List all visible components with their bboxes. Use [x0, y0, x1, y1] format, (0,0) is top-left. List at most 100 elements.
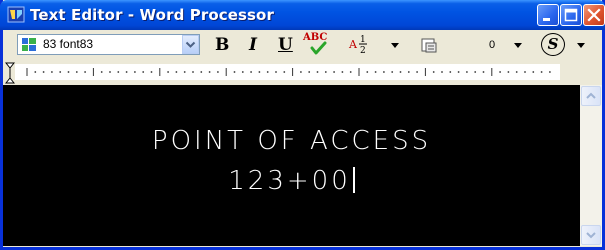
fraction-icon: A 1 2: [348, 35, 367, 56]
ruler-minor-tick: [208, 71, 211, 73]
ruler-minor-tick: [59, 71, 62, 73]
fraction-button[interactable]: A 1 2: [348, 32, 378, 56]
indent-marker-icon[interactable]: [5, 62, 15, 84]
ruler-minor-tick: [75, 71, 78, 73]
ruler-minor-tick: [432, 71, 435, 73]
ruler-minor-tick: [482, 71, 485, 73]
ruler-minor-tick: [300, 71, 302, 73]
ruler-minor-tick: [175, 71, 178, 73]
ruler-minor-tick: [341, 71, 344, 73]
symbol-button[interactable]: S: [541, 33, 565, 56]
ruler-minor-tick: [407, 71, 410, 73]
ruler-minor-tick: [499, 71, 501, 73]
symbol-icon: S: [547, 35, 559, 53]
maximize-button[interactable]: [560, 4, 582, 26]
fraction-denominator: 2: [360, 46, 366, 56]
text-editor-window: Text Editor - Word Processor 83 font83 B…: [0, 0, 605, 250]
ruler-minor-tick: [258, 71, 261, 73]
text-editing-area[interactable]: POINT OF ACCESS 123+00: [3, 85, 580, 246]
editor-line-1: POINT OF ACCESS: [151, 126, 432, 156]
minimize-button[interactable]: [537, 4, 559, 26]
ruler-minor-tick: [266, 71, 269, 73]
ruler-minor-tick: [399, 71, 402, 73]
ruler-minor-tick: [333, 71, 335, 73]
ruler-minor-tick: [42, 71, 45, 73]
ruler-minor-tick: [515, 71, 518, 73]
font-select[interactable]: 83 font83: [17, 34, 200, 55]
ruler-minor-tick: [524, 71, 526, 73]
font-select-value: 83 font83: [43, 37, 94, 51]
font-select-dropdown-button[interactable]: [182, 35, 199, 54]
spellcheck-icon: [310, 41, 327, 55]
ruler-minor-tick: [275, 71, 277, 73]
ruler-minor-tick: [324, 71, 327, 73]
ruler-minor-tick: [192, 71, 194, 73]
ruler-minor-tick: [549, 71, 551, 73]
ruler-minor-tick: [109, 71, 111, 73]
ruler-minor-tick: [125, 71, 128, 73]
ruler-minor-tick: [540, 71, 543, 73]
ruler-minor-tick: [100, 71, 103, 73]
ruler-minor-tick: [366, 71, 369, 73]
ruler-minor-tick: [457, 71, 460, 73]
ruler-minor-tick: [241, 71, 244, 73]
ruler-minor-tick: [507, 71, 510, 73]
ruler-ticks: [26, 68, 551, 76]
ruler-minor-tick: [217, 71, 219, 73]
editor-line-2-text: 123+00: [228, 166, 351, 196]
spellcheck-button[interactable]: ABC: [303, 32, 333, 56]
maximize-icon: [564, 8, 578, 22]
ruler-minor-tick: [84, 71, 86, 73]
scroll-up-button[interactable]: [581, 86, 601, 106]
ruler-minor-tick: [449, 71, 452, 73]
ruler-minor-tick: [134, 71, 136, 73]
ruler-minor-tick: [391, 71, 394, 73]
ruler-minor-tick: [250, 71, 253, 73]
scroll-down-button[interactable]: [581, 225, 601, 245]
window-title: Text Editor - Word Processor: [30, 6, 274, 24]
chevron-down-icon: [185, 41, 196, 48]
editor-line-2: 123+00: [3, 166, 580, 196]
ruler-minor-tick: [416, 71, 418, 73]
ruler-minor-tick: [374, 71, 377, 73]
ruler-minor-tick: [383, 71, 385, 73]
ruler-minor-tick: [283, 71, 286, 73]
ruler-minor-tick: [316, 71, 319, 73]
ruler-minor-tick: [67, 71, 70, 73]
formatting-toolbar: 83 font83 B I U ABC A 1 2 0 S: [3, 30, 602, 61]
italic-button[interactable]: I: [249, 35, 257, 57]
font-icon: [21, 37, 37, 52]
ruler-minor-tick: [308, 71, 311, 73]
ruler-minor-tick: [167, 71, 170, 73]
ruler-minor-tick: [532, 71, 535, 73]
ruler[interactable]: [3, 61, 602, 84]
underline-button[interactable]: U: [278, 35, 293, 57]
close-icon: [587, 8, 601, 22]
app-icon: [7, 6, 25, 23]
ruler-minor-tick: [117, 71, 120, 73]
ruler-minor-tick: [34, 71, 37, 73]
ruler-minor-tick: [150, 71, 153, 73]
ruler-minor-tick: [466, 71, 468, 73]
symbol-dropdown-arrow[interactable]: [577, 43, 585, 48]
ruler-minor-tick: [349, 71, 352, 73]
text-caret: [352, 167, 355, 193]
ruler-minor-tick: [183, 71, 186, 73]
bold-button[interactable]: B: [215, 35, 229, 57]
insert-button[interactable]: [420, 36, 438, 54]
ruler-minor-tick: [142, 71, 145, 73]
chevron-down-icon: [586, 232, 596, 239]
minimize-icon: [543, 18, 550, 21]
number-select-value[interactable]: 0: [489, 39, 495, 51]
fraction-dropdown-arrow[interactable]: [391, 43, 399, 48]
ruler-minor-tick: [441, 71, 443, 73]
ruler-minor-tick: [233, 71, 236, 73]
ruler-minor-tick: [51, 71, 53, 73]
number-dropdown-arrow[interactable]: [514, 43, 522, 48]
insert-icon: [421, 38, 437, 53]
fraction-label: A: [348, 38, 358, 51]
close-button[interactable]: [583, 4, 605, 26]
chevron-up-icon: [586, 92, 596, 99]
title-bar[interactable]: Text Editor - Word Processor: [0, 0, 605, 30]
vertical-scrollbar[interactable]: [580, 85, 602, 246]
